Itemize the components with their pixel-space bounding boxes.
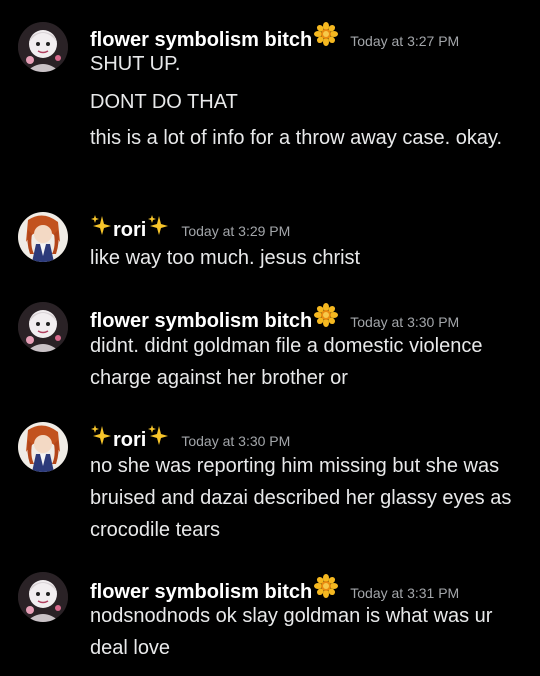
timestamp: Today at 3:30 PM	[350, 314, 460, 330]
message-text: nodsnodnods ok slay goldman is what was …	[90, 605, 493, 659]
user-avatar-icon	[18, 302, 68, 352]
sunflower-emoji-icon	[314, 303, 339, 327]
sunflower-emoji-icon	[314, 22, 339, 46]
sparkles-emoji-icon	[90, 214, 112, 236]
timestamp: Today at 3:30 PM	[181, 433, 291, 449]
user-avatar-icon	[18, 22, 68, 72]
timestamp: Today at 3:31 PM	[350, 585, 460, 601]
message-text: this is a lot of info for a throw away c…	[90, 127, 503, 149]
username[interactable]: rori	[113, 429, 146, 452]
sparkles-emoji-icon	[147, 424, 169, 446]
user-avatar-icon	[18, 212, 68, 262]
timestamp: Today at 3:29 PM	[181, 223, 291, 239]
timestamp: Today at 3:27 PM	[350, 33, 460, 49]
message-text: didnt. didnt goldman file a domestic vio…	[90, 335, 483, 389]
message-text: like way too much. jesus christ	[90, 247, 361, 269]
message-header: rori Today at 3:29 PM	[90, 214, 290, 242]
message-text: SHUT UP.	[90, 53, 181, 75]
avatar[interactable]	[18, 22, 68, 72]
message-header: flower symbolism bitch Today at 3:30 PM	[90, 303, 459, 333]
sunflower-emoji-icon	[314, 574, 339, 598]
message-text: DONT DO THAT	[90, 91, 238, 113]
sparkles-emoji-icon	[90, 424, 112, 446]
avatar[interactable]	[18, 302, 68, 352]
avatar[interactable]	[18, 422, 68, 472]
avatar[interactable]	[18, 572, 68, 622]
message-header: rori Today at 3:30 PM	[90, 424, 290, 452]
username[interactable]: rori	[113, 219, 146, 242]
user-avatar-icon	[18, 422, 68, 472]
sparkles-emoji-icon	[147, 214, 169, 236]
message-text: no she was reporting him missing but she…	[90, 455, 512, 541]
avatar[interactable]	[18, 212, 68, 262]
user-avatar-icon	[18, 572, 68, 622]
